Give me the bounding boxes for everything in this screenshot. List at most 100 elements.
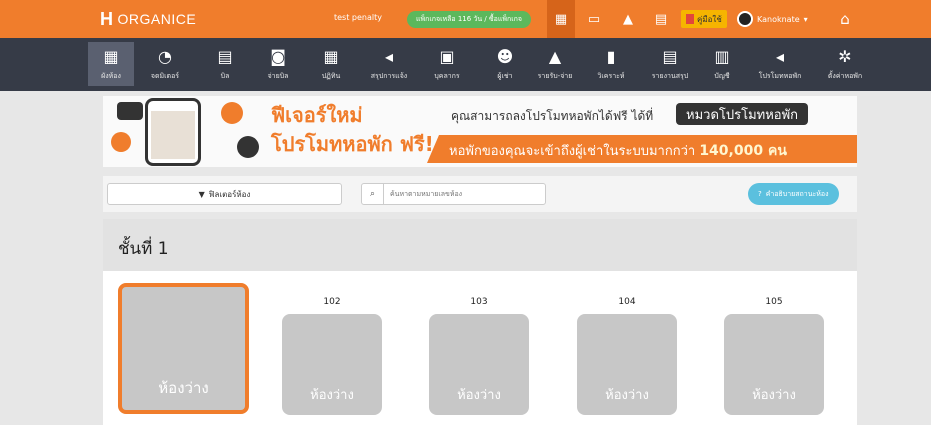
dorm-name: test penalty — [334, 13, 382, 22]
promote-icon: ◂ — [775, 46, 785, 66]
room-tile: ห้องว่าง — [724, 314, 824, 415]
question-icon: ? — [758, 190, 762, 198]
room-card-104[interactable]: 104 ห้องว่าง — [577, 297, 677, 415]
room-status: ห้องว่าง — [457, 388, 501, 403]
status-help-button[interactable]: ? คำอธิบายสถานะห้อง — [748, 183, 839, 205]
search-icon[interactable]: ⌕ — [362, 184, 384, 204]
account-icon: ▥ — [714, 46, 730, 66]
logo-mark-icon: H — [100, 8, 114, 29]
chat-dots-icon — [237, 136, 259, 158]
room-card-101[interactable]: ห้องว่าง — [118, 283, 249, 414]
pay-bill-icon: ◙ — [270, 46, 286, 66]
room-number: 103 — [470, 297, 488, 307]
staff-icon: ▣ — [439, 46, 455, 66]
phone-illustration — [145, 98, 201, 166]
tool-settings[interactable]: ✲ ตั้งค่าหอพัก — [822, 42, 868, 86]
settings-icon: ✲ — [838, 46, 852, 66]
book-icon — [686, 14, 694, 24]
manual-button[interactable]: คู่มือใช้ — [681, 10, 727, 28]
tool-label: รายงานสรุป — [651, 72, 689, 80]
room-tile: ห้องว่าง — [282, 314, 382, 415]
tool-bill[interactable]: ▤ บิล — [202, 42, 248, 86]
tool-pay-bill[interactable]: ◙ จ่ายบิล — [255, 42, 301, 86]
room-card-105[interactable]: 105 ห้องว่าง — [724, 297, 824, 415]
promo-banner[interactable]: ฟีเจอร์ใหม่ โปรโมทหอพัก ฟรี! คุณสามารถลง… — [103, 96, 857, 167]
analytics-icon: ▮ — [606, 46, 616, 66]
room-status: ห้องว่าง — [310, 388, 354, 403]
floor-title: ชั้นที่ 1 — [118, 239, 169, 259]
tool-label: จ่ายบิล — [267, 72, 289, 80]
tool-label: ผังห้อง — [101, 72, 121, 80]
main-toolbar: ▦ ผังห้อง ◔ จดมิเตอร์ ▤ บิล ◙ จ่ายบิล ▦ … — [0, 38, 931, 91]
tool-label: ปฏิทิน — [321, 72, 341, 80]
logo-text: ORGANICE — [117, 11, 197, 27]
floor-header: ชั้นที่ 1 — [103, 219, 857, 271]
banner-subtitle: คุณสามารถลงโปรโมทหอพักได้ฟรี ได้ที่ — [451, 109, 654, 123]
manual-label: คู่มือใช้ — [697, 14, 722, 24]
top-navbar: H ORGANICE test penalty แพ็กเกจเหลือ 116… — [0, 0, 931, 38]
home-icon[interactable]: ⌂ — [831, 0, 859, 38]
room-tile: ห้องว่าง — [577, 314, 677, 415]
tool-announce-summary[interactable]: ◂ สรุปการแจ้ง — [366, 42, 412, 86]
tool-income-expense[interactable]: ▲ รายรับ-จ่าย — [532, 42, 578, 86]
tool-tenants[interactable]: ☻ ผู้เช่า — [482, 42, 528, 86]
tool-report[interactable]: ▤ รายงานสรุป — [647, 42, 693, 86]
meter-icon: ◔ — [158, 46, 172, 66]
package-badge[interactable]: แพ็กเกจเหลือ 116 วัน / ซื้อแพ็กเกจ — [407, 11, 531, 28]
calendar-icon: ▦ — [323, 46, 339, 66]
tool-calendar[interactable]: ▦ ปฏิทิน — [308, 42, 354, 86]
promote-category-tag: หมวดโปรโมทหอพัก — [676, 103, 809, 125]
room-card-102[interactable]: 102 ห้องว่าง — [282, 297, 382, 415]
tool-promote[interactable]: ◂ โปรโมทหอพัก — [757, 42, 803, 86]
tool-label: ผู้เช่า — [497, 72, 513, 80]
room-search: ⌕ — [361, 183, 546, 205]
tool-label: บัญชี — [714, 72, 730, 80]
room-status: ห้องว่าง — [605, 388, 649, 403]
room-status: ห้องว่าง — [752, 388, 796, 403]
caret-down-icon: ▾ — [803, 14, 808, 24]
room-card-103[interactable]: 103 ห้องว่าง — [429, 297, 529, 415]
tool-label: บิล — [220, 72, 230, 80]
room-status: ห้องว่าง — [158, 379, 209, 397]
floorplan-icon: ▦ — [103, 46, 119, 66]
username: Kanoknate — [757, 14, 800, 24]
room-search-input[interactable] — [390, 190, 540, 198]
status-help-label: คำอธิบายสถานะห้อง — [765, 189, 829, 198]
avatar — [737, 11, 753, 27]
tenants-icon: ☻ — [496, 46, 514, 66]
megaphone-icon — [117, 102, 143, 120]
tool-staff[interactable]: ▣ บุคลากร — [424, 42, 470, 86]
income-expense-icon: ▲ — [548, 46, 562, 66]
tool-meter[interactable]: ◔ จดมิเตอร์ — [142, 42, 188, 86]
tool-label: บุคลากร — [434, 72, 460, 80]
tool-analytics[interactable]: ▮ วิเคราะห์ — [588, 42, 634, 86]
tool-label: รายรับ-จ่าย — [537, 72, 573, 80]
chat-bubble-icon — [221, 102, 243, 124]
bell-icon[interactable]: ▲ — [614, 0, 642, 38]
room-tile: ห้องว่าง — [118, 283, 249, 414]
room-filter-button[interactable]: ▼ ฟิลเตอร์ห้อง — [107, 183, 342, 205]
tool-label: วิเคราะห์ — [597, 72, 625, 80]
filter-label: ฟิลเตอร์ห้อง — [208, 189, 251, 199]
tool-account[interactable]: ▥ บัญชี — [699, 42, 745, 86]
tool-floorplan[interactable]: ▦ ผังห้อง — [88, 42, 134, 86]
filter-bar: ▼ ฟิลเตอร์ห้อง ⌕ ? คำอธิบายสถานะห้อง — [103, 176, 857, 212]
room-tile: ห้องว่าง — [429, 314, 529, 415]
card-icon[interactable]: ▭ — [580, 0, 608, 38]
tool-label: ตั้งค่าหอพัก — [827, 72, 863, 80]
app-logo[interactable]: H ORGANICE — [100, 9, 196, 30]
store-icon[interactable]: ▤ — [647, 0, 675, 38]
room-number: 104 — [618, 297, 636, 307]
banner-headline-1: ฟีเจอร์ใหม่ — [271, 103, 363, 127]
tool-label: สรุปการแจ้ง — [370, 72, 408, 80]
tool-label: โปรโมทหอพัก — [758, 72, 802, 80]
user-menu[interactable]: Kanoknate ▾ — [737, 8, 808, 30]
banner-headline-2: โปรโมทหอพัก ฟรี! — [271, 132, 434, 156]
room-number: 105 — [765, 297, 783, 307]
announce-summary-icon: ◂ — [384, 46, 394, 66]
rooms-grid: ห้องว่าง 102 ห้องว่าง 103 ห้องว่าง 104 ห… — [103, 271, 857, 425]
filter-icon: ▼ — [198, 189, 205, 199]
hotel-icon[interactable]: ▦ — [547, 0, 575, 38]
tool-label: จดมิเตอร์ — [150, 72, 180, 80]
room-number: 102 — [323, 297, 341, 307]
